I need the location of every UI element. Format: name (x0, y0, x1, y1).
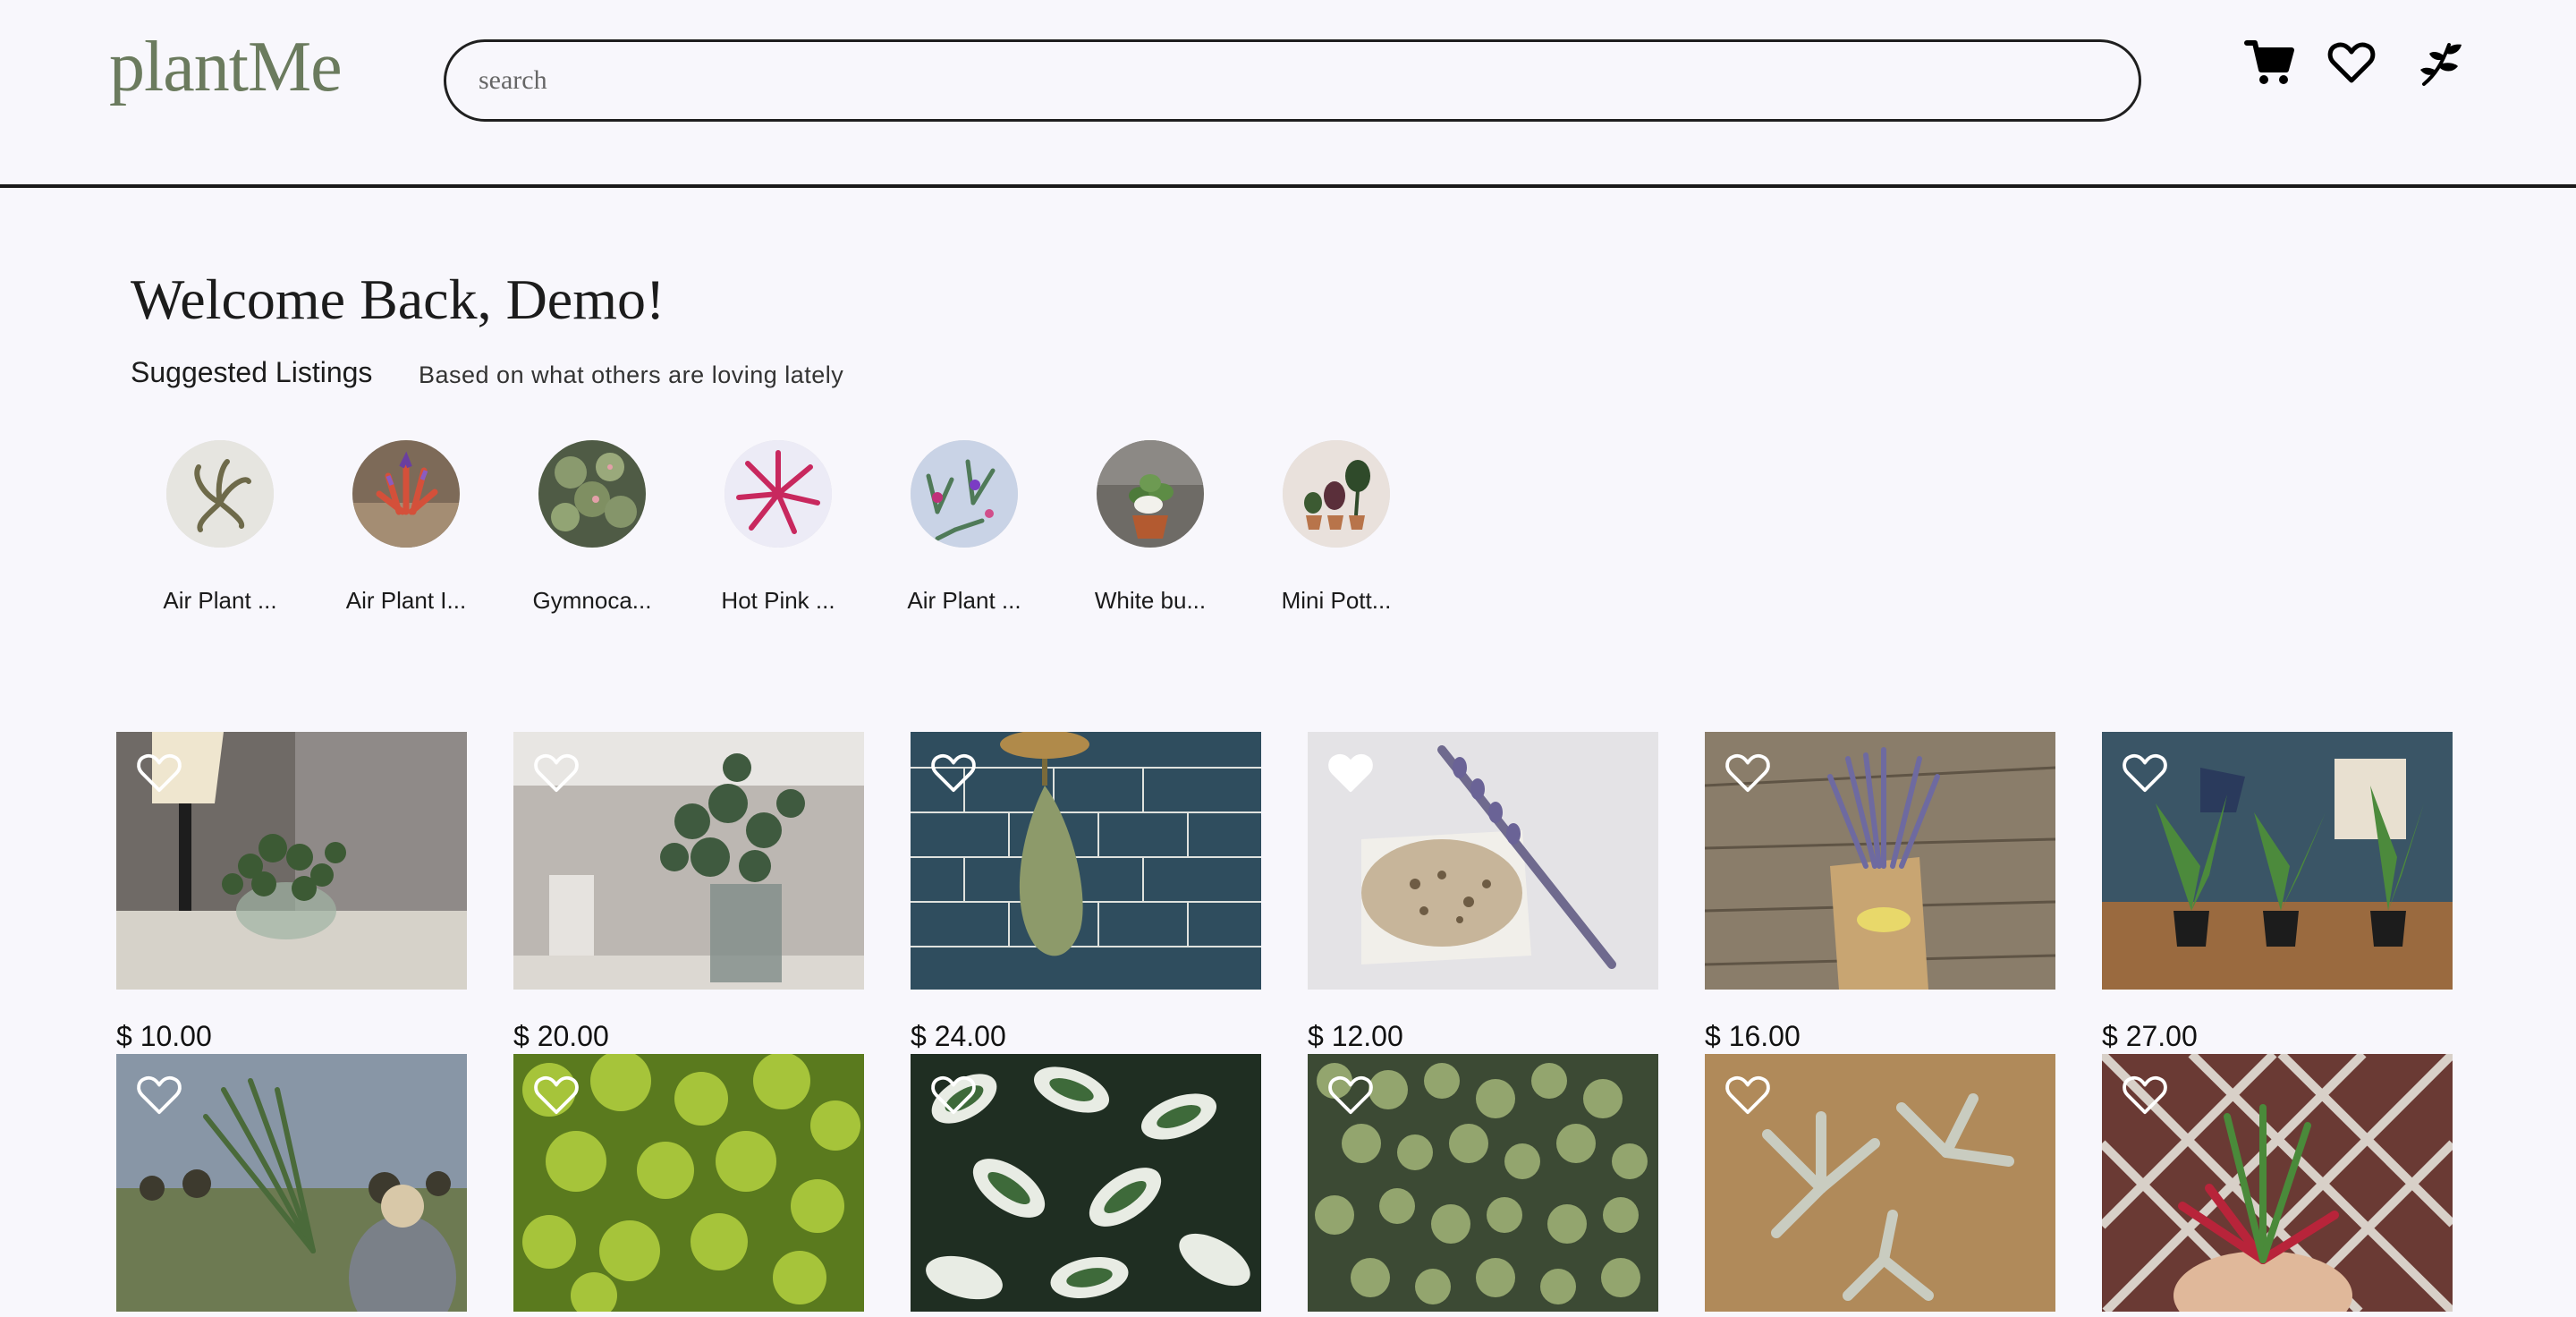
listing-card[interactable]: $ 27.00 (2102, 732, 2453, 1063)
listing-card[interactable] (1705, 1054, 2055, 1313)
listing-price: $ 20.00 (513, 1020, 609, 1052)
favorite-heart-icon[interactable] (2122, 752, 2168, 794)
listing-price: $ 16.00 (1705, 1020, 1801, 1052)
suggested-listing-image[interactable] (166, 440, 274, 548)
listing-card[interactable] (2102, 1054, 2453, 1313)
header-divider (0, 184, 2576, 188)
suggested-listing-image[interactable] (911, 440, 1018, 548)
listing-card[interactable]: $ 16.00 (1705, 732, 2055, 1063)
plant-sprout-icon[interactable] (2415, 39, 2465, 89)
listing-price: $ 27.00 (2102, 1020, 2198, 1052)
favorite-heart-icon[interactable] (1327, 1074, 1374, 1117)
suggested-listing[interactable]: White bu... (1070, 440, 1231, 619)
suggested-listing[interactable]: Hot Pink ... (698, 440, 859, 619)
favorite-heart-icon[interactable] (1724, 752, 1771, 794)
suggested-listing[interactable]: Mini Pott... (1256, 440, 1417, 619)
listing-card[interactable] (116, 1054, 467, 1313)
suggested-listing-label: Hot Pink ... (721, 587, 835, 614)
favorite-heart-icon[interactable] (533, 1074, 580, 1117)
site-header: plantMe (0, 0, 2576, 186)
suggested-listing-label: White bu... (1094, 587, 1207, 614)
suggested-listing-label: Gymnoca... (532, 587, 652, 614)
suggested-listing-label: Air Plant ... (907, 587, 1021, 614)
favorite-heart-icon[interactable] (136, 1074, 182, 1117)
favorite-heart-icon[interactable] (930, 1074, 977, 1117)
suggested-listing-label: Air Plant ... (163, 587, 277, 614)
listing-price: $ 10.00 (116, 1020, 212, 1052)
favorite-heart-icon[interactable] (1327, 752, 1374, 794)
search-input[interactable] (444, 39, 2141, 122)
listing-card[interactable]: $ 12.00 (1308, 732, 1658, 1063)
listing-card[interactable]: $ 10.00 (116, 732, 467, 1063)
suggested-listing-label: Air Plant I... (345, 587, 467, 614)
listing-price: $ 12.00 (1308, 1020, 1403, 1052)
favorite-heart-icon[interactable] (930, 752, 977, 794)
suggested-listings-title: Suggested Listings (131, 356, 373, 388)
suggested-listing-label: Mini Pott... (1281, 587, 1392, 614)
suggested-listing[interactable]: Gymnoca... (512, 440, 673, 619)
favorite-heart-icon[interactable] (1724, 1074, 1771, 1117)
heart-icon[interactable] (2327, 39, 2376, 86)
suggested-listing-image[interactable] (724, 440, 832, 548)
favorite-heart-icon[interactable] (2122, 1074, 2168, 1117)
favorite-heart-icon[interactable] (136, 752, 182, 794)
welcome-heading: Welcome Back, Demo! (131, 268, 665, 331)
suggested-listing-image[interactable] (1283, 440, 1390, 548)
listing-card[interactable] (1308, 1054, 1658, 1313)
suggested-listing-image[interactable] (1097, 440, 1204, 548)
cart-icon[interactable] (2243, 36, 2297, 89)
favorite-heart-icon[interactable] (533, 752, 580, 794)
listing-card[interactable] (911, 1054, 1261, 1313)
suggested-listing-image[interactable] (538, 440, 646, 548)
suggested-listing[interactable]: Air Plant I... (326, 440, 487, 619)
suggested-listing[interactable]: Air Plant ... (140, 440, 301, 619)
site-logo[interactable]: plantMe (109, 27, 343, 108)
suggested-listings-subtitle: Based on what others are loving lately (419, 361, 844, 388)
listing-card[interactable]: $ 24.00 (911, 732, 1261, 1063)
listing-card[interactable]: $ 20.00 (513, 732, 864, 1063)
suggested-listing-image[interactable] (352, 440, 460, 548)
listing-card[interactable] (513, 1054, 864, 1313)
suggested-listing[interactable]: Air Plant ... (884, 440, 1045, 619)
listing-price: $ 24.00 (911, 1020, 1006, 1052)
